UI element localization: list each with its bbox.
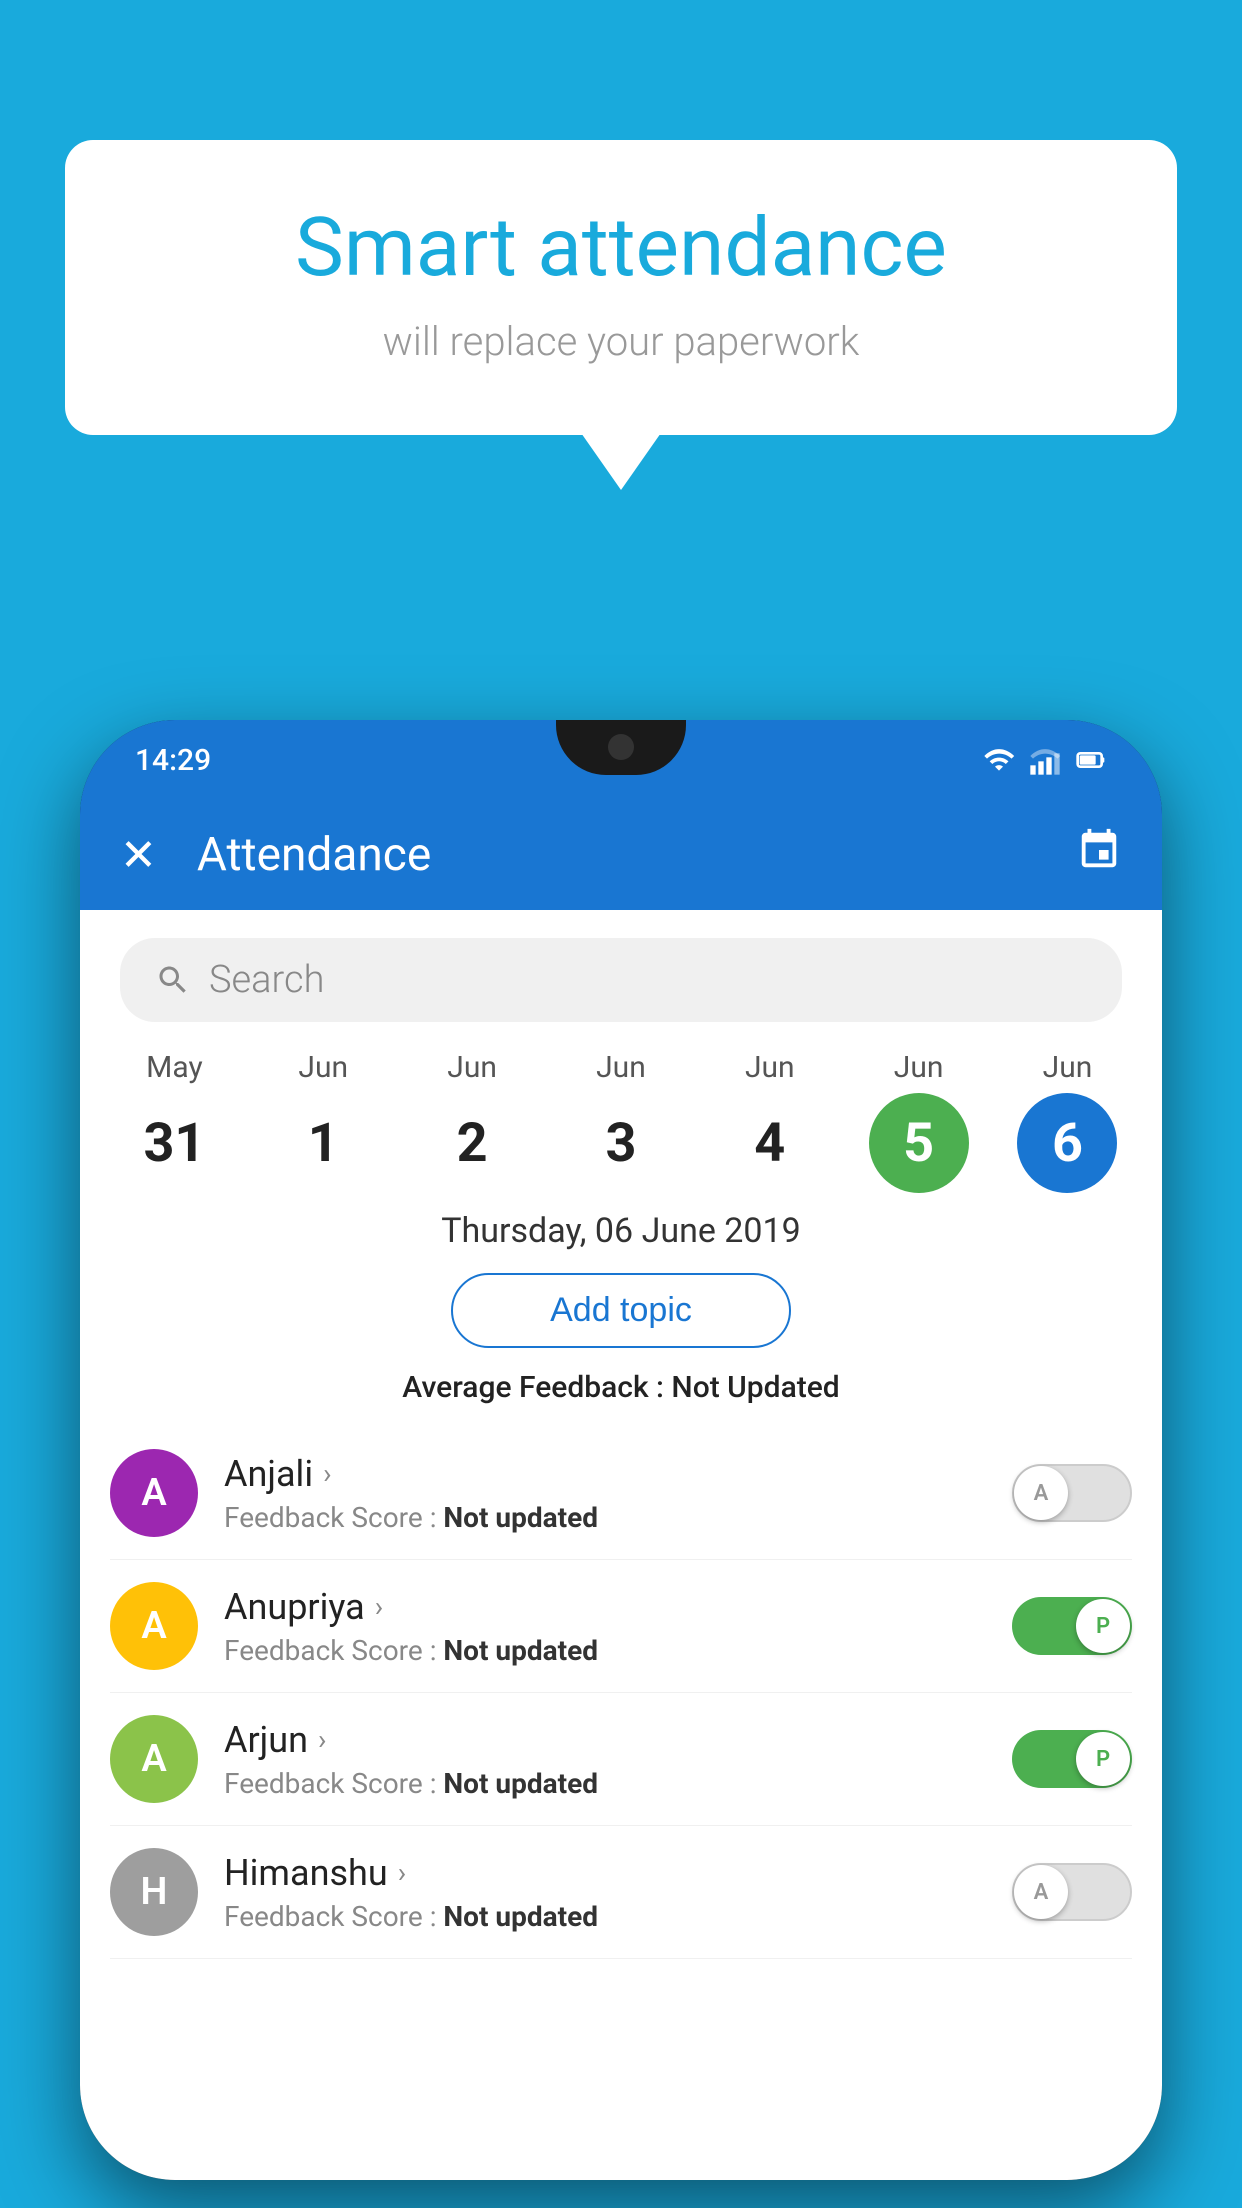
avg-feedback-label: Average Feedback : (402, 1370, 671, 1405)
phone-wrapper: 14:29 ✕ Attendance (80, 720, 1162, 2208)
calendar-icon[interactable] (1076, 827, 1122, 883)
status-icons (983, 744, 1107, 776)
cal-month-3: Jun (553, 1050, 688, 1085)
cal-day-0[interactable]: 31 (107, 1093, 242, 1193)
cal-day-1[interactable]: 1 (256, 1093, 391, 1193)
student-feedback-himanshu: Feedback Score : Not updated (224, 1900, 986, 1933)
cal-month-5: Jun (851, 1050, 986, 1085)
app-header: ✕ Attendance (80, 800, 1162, 910)
student-info-arjun: Arjun › Feedback Score : Not updated (224, 1719, 986, 1800)
signal-icon (1029, 744, 1061, 776)
cal-day-4[interactable]: 4 (702, 1093, 837, 1193)
avg-feedback: Average Feedback : Not Updated (80, 1370, 1162, 1405)
student-name-anupriya: Anupriya › (224, 1586, 986, 1628)
toggle-knob-arjun: P (1076, 1732, 1130, 1786)
calendar-months-row: May Jun Jun Jun Jun Jun Jun (100, 1050, 1142, 1085)
cal-day-2[interactable]: 2 (405, 1093, 540, 1193)
student-row-arjun[interactable]: A Arjun › Feedback Score : Not updated P (110, 1693, 1132, 1826)
student-info-himanshu: Himanshu › Feedback Score : Not updated (224, 1852, 986, 1933)
student-row-anupriya[interactable]: A Anupriya › Feedback Score : Not update… (110, 1560, 1132, 1693)
cal-day-num-1: 1 (273, 1093, 373, 1193)
cal-month-2: Jun (405, 1050, 540, 1085)
student-list: A Anjali › Feedback Score : Not updated … (80, 1427, 1162, 1959)
calendar-svg (1076, 827, 1122, 873)
battery-icon (1075, 744, 1107, 776)
avatar-himanshu: H (110, 1848, 198, 1936)
student-feedback-arjun: Feedback Score : Not updated (224, 1767, 986, 1800)
cal-day-num-4: 4 (720, 1093, 820, 1193)
toggle-anupriya[interactable]: P (1012, 1597, 1132, 1655)
cal-day-6[interactable]: 6 (1000, 1093, 1135, 1193)
cal-day-num-5: 5 (869, 1093, 969, 1193)
chevron-arjun: › (318, 1723, 326, 1756)
avg-feedback-value: Not Updated (671, 1370, 839, 1405)
cal-month-4: Jun (702, 1050, 837, 1085)
cal-day-num-0: 31 (124, 1093, 224, 1193)
cal-day-num-2: 2 (422, 1093, 522, 1193)
cal-month-6: Jun (1000, 1050, 1135, 1085)
avatar-arjun: A (110, 1715, 198, 1803)
search-icon (155, 962, 191, 998)
toggle-knob-himanshu: A (1014, 1865, 1068, 1919)
search-placeholder: Search (209, 958, 324, 1002)
wifi-icon (983, 744, 1015, 776)
cal-day-5[interactable]: 5 (851, 1093, 986, 1193)
calendar-days-row: 31 1 2 3 4 5 6 (100, 1093, 1142, 1193)
speech-bubble-container: Smart attendance will replace your paper… (65, 140, 1177, 435)
selected-date-label: Thursday, 06 June 2019 (80, 1211, 1162, 1251)
cal-month-1: Jun (256, 1050, 391, 1085)
cal-day-num-3: 3 (571, 1093, 671, 1193)
toggle-arjun[interactable]: P (1012, 1730, 1132, 1788)
chevron-anjali: › (323, 1457, 331, 1490)
student-info-anjali: Anjali › Feedback Score : Not updated (224, 1453, 986, 1534)
student-row-anjali[interactable]: A Anjali › Feedback Score : Not updated … (110, 1427, 1132, 1560)
student-name-arjun: Arjun › (224, 1719, 986, 1761)
phone-screen: Search May Jun Jun Jun Jun Jun Jun 31 1 … (80, 910, 1162, 2180)
student-name-himanshu: Himanshu › (224, 1852, 986, 1894)
toggle-himanshu[interactable]: A (1012, 1863, 1132, 1921)
calendar-strip: May Jun Jun Jun Jun Jun Jun 31 1 2 3 4 5… (80, 1050, 1162, 1193)
speech-bubble-subtitle: will replace your paperwork (115, 318, 1127, 365)
speech-bubble: Smart attendance will replace your paper… (65, 140, 1177, 435)
student-feedback-anjali: Feedback Score : Not updated (224, 1501, 986, 1534)
cal-day-num-6: 6 (1017, 1093, 1117, 1193)
avatar-anupriya: A (110, 1582, 198, 1670)
toggle-knob-anupriya: P (1076, 1599, 1130, 1653)
phone-frame: 14:29 ✕ Attendance (80, 720, 1162, 2180)
toggle-anjali[interactable]: A (1012, 1464, 1132, 1522)
student-row-himanshu[interactable]: H Himanshu › Feedback Score : Not update… (110, 1826, 1132, 1959)
cal-day-3[interactable]: 3 (553, 1093, 688, 1193)
chevron-anupriya: › (375, 1590, 383, 1623)
search-bar[interactable]: Search (120, 938, 1122, 1022)
student-feedback-anupriya: Feedback Score : Not updated (224, 1634, 986, 1667)
student-name-anjali: Anjali › (224, 1453, 986, 1495)
student-info-anupriya: Anupriya › Feedback Score : Not updated (224, 1586, 986, 1667)
status-time: 14:29 (135, 743, 211, 778)
cal-month-0: May (107, 1050, 242, 1085)
phone-camera (608, 734, 634, 760)
app-title: Attendance (197, 828, 1036, 882)
avatar-anjali: A (110, 1449, 198, 1537)
close-button[interactable]: ✕ (120, 829, 157, 881)
toggle-knob-anjali: A (1014, 1466, 1068, 1520)
speech-bubble-title: Smart attendance (115, 200, 1127, 296)
chevron-himanshu: › (398, 1856, 406, 1889)
add-topic-button[interactable]: Add topic (451, 1273, 791, 1348)
